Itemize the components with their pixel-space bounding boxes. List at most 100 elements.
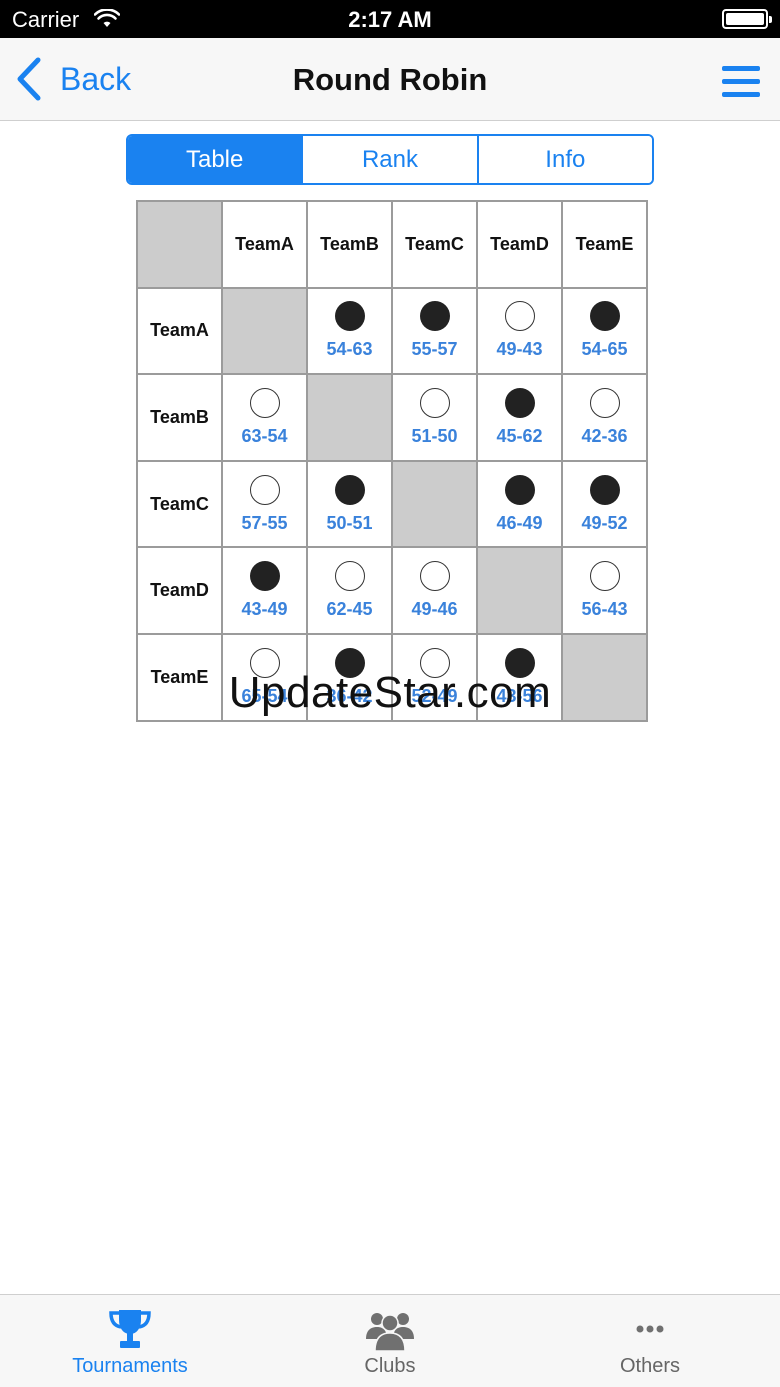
match-cell-content: 51-50 [393, 375, 476, 460]
hollow-circle-icon [419, 561, 450, 592]
match-cell[interactable]: 43-49 [221, 546, 308, 635]
segment-info[interactable]: Info [476, 136, 652, 183]
match-cell-content: 54-65 [563, 289, 646, 374]
hollow-circle-icon [334, 561, 365, 592]
table-row: TeamE 65-54 36-42 52-49 43-56 [136, 632, 648, 722]
match-cell-content: 56-43 [563, 548, 646, 633]
filled-circle-icon [504, 387, 535, 418]
tab-label-tournaments: Tournaments [72, 1355, 188, 1377]
filled-circle-icon [249, 561, 280, 592]
filled-circle-icon [334, 474, 365, 505]
back-button[interactable]: Back [14, 56, 131, 102]
match-score: 42-36 [581, 425, 628, 446]
match-score: 63-54 [241, 425, 288, 446]
row-header-cell: TeamC [136, 459, 223, 549]
tab-others[interactable]: Others [520, 1295, 780, 1387]
match-cell[interactable]: 42-36 [561, 373, 648, 462]
match-cell-content: 43-49 [223, 548, 306, 633]
match-score: 65-54 [241, 685, 288, 706]
match-cell-content: 45-62 [478, 375, 561, 460]
people-icon [366, 1313, 414, 1351]
table-row: TeamD 43-49 62-45 49-46 56-43 [136, 546, 648, 635]
filled-circle-icon [504, 474, 535, 505]
hollow-circle-icon [589, 387, 620, 418]
match-cell[interactable]: 57-55 [221, 459, 308, 549]
column-team-label: TeamC [405, 233, 464, 254]
match-cell-content: 54-63 [308, 289, 391, 374]
match-cell[interactable]: 51-50 [391, 373, 478, 462]
match-score: 36-42 [326, 685, 373, 706]
match-cell[interactable]: 49-52 [561, 459, 648, 549]
match-score: 49-43 [496, 339, 543, 360]
match-score: 56-43 [581, 599, 628, 620]
match-cell[interactable]: 54-63 [306, 286, 393, 376]
hamburger-menu-icon[interactable] [722, 66, 760, 98]
self-match-cell [306, 373, 393, 462]
column-header-cell: TeamA [221, 200, 308, 289]
more-icon [636, 1325, 664, 1333]
match-cell-content: 43-56 [478, 635, 561, 720]
row-header-cell: TeamD [136, 546, 223, 635]
match-score: 43-49 [241, 599, 288, 620]
match-score: 52-49 [411, 685, 458, 706]
match-cell[interactable]: 52-49 [391, 632, 478, 722]
column-header-cell: TeamC [391, 200, 478, 289]
battery-icon [722, 9, 772, 29]
match-cell[interactable]: 49-46 [391, 546, 478, 635]
match-cell[interactable]: 43-56 [476, 632, 563, 722]
filled-circle-icon [419, 301, 450, 332]
column-team-label: TeamA [235, 233, 294, 254]
match-cell[interactable]: 65-54 [221, 632, 308, 722]
row-team-label: TeamC [150, 493, 209, 514]
match-cell[interactable]: 63-54 [221, 373, 308, 462]
match-cell[interactable]: 50-51 [306, 459, 393, 549]
match-cell-content: 49-52 [563, 462, 646, 547]
hollow-circle-icon [249, 387, 280, 418]
status-bar: Carrier 2:17 AM [0, 0, 780, 38]
match-score: 55-57 [411, 339, 458, 360]
hollow-circle-icon [504, 301, 535, 332]
match-cell[interactable]: 36-42 [306, 632, 393, 722]
match-cell-content: 65-54 [223, 635, 306, 720]
filled-circle-icon [504, 647, 535, 678]
table-row: TeamA 54-63 55-57 49-43 54-65 [136, 286, 648, 376]
match-cell[interactable]: 46-49 [476, 459, 563, 549]
match-score: 54-65 [581, 339, 628, 360]
match-cell-content: 50-51 [308, 462, 391, 547]
match-cell[interactable]: 56-43 [561, 546, 648, 635]
match-cell-content: 57-55 [223, 462, 306, 547]
view-segmented-control: Table Rank Info [126, 134, 654, 185]
filled-circle-icon [334, 647, 365, 678]
self-match-cell [476, 546, 563, 635]
table-row: TeamB 63-54 51-50 45-62 42-36 [136, 373, 648, 462]
segment-rank[interactable]: Rank [301, 136, 477, 183]
match-cell[interactable]: 55-57 [391, 286, 478, 376]
match-cell[interactable]: 49-43 [476, 286, 563, 376]
match-cell-content: 63-54 [223, 375, 306, 460]
segment-table[interactable]: Table [128, 136, 302, 183]
match-score: 49-46 [411, 599, 458, 620]
match-cell[interactable]: 62-45 [306, 546, 393, 635]
tab-clubs[interactable]: Clubs [260, 1295, 520, 1387]
row-team-label: TeamE [150, 666, 209, 687]
column-team-label: TeamB [320, 233, 379, 254]
self-match-cell [221, 286, 308, 376]
tab-label-clubs: Clubs [364, 1355, 416, 1377]
status-time: 2:17 AM [348, 7, 432, 32]
row-header-cell: TeamB [136, 373, 223, 462]
match-cell[interactable]: 45-62 [476, 373, 563, 462]
row-team-label: TeamA [150, 320, 209, 341]
filled-circle-icon [334, 301, 365, 332]
match-cell-content: 52-49 [393, 635, 476, 720]
filled-circle-icon [589, 474, 620, 505]
corner-cell [136, 200, 223, 289]
match-cell-content: 36-42 [308, 635, 391, 720]
match-score: 49-52 [581, 512, 628, 533]
tab-tournaments[interactable]: Tournaments [0, 1295, 260, 1387]
match-cell[interactable]: 54-65 [561, 286, 648, 376]
column-header-cell: TeamD [476, 200, 563, 289]
navigation-bar: Back Round Robin [0, 38, 780, 121]
match-score: 45-62 [496, 425, 543, 446]
hollow-circle-icon [249, 647, 280, 678]
hollow-circle-icon [589, 561, 620, 592]
